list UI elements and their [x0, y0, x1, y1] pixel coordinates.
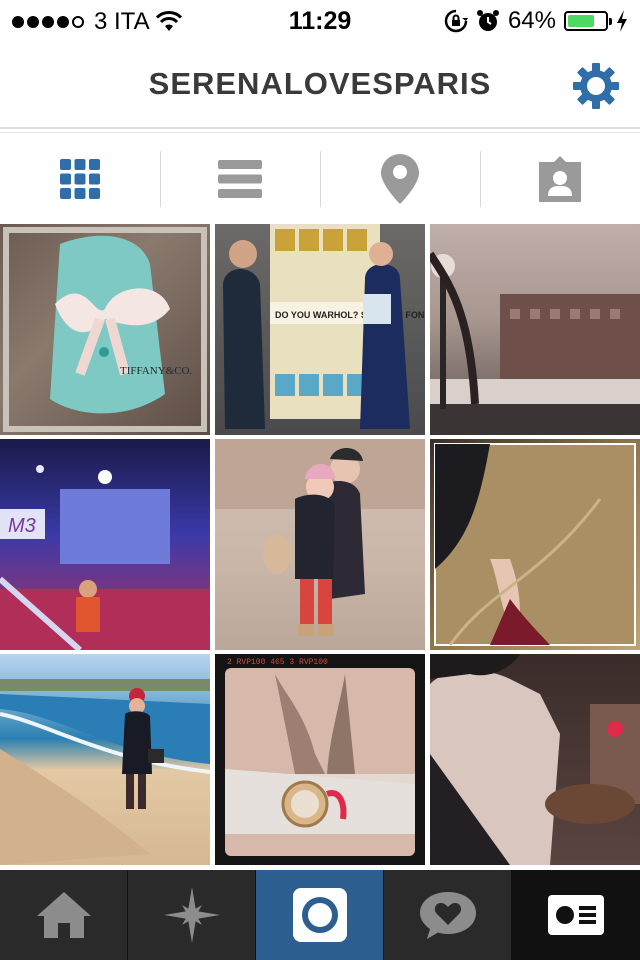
beach-girl-image	[0, 679, 210, 865]
watch-film-image: 2 RVP100 465 3 RVP100	[225, 658, 415, 856]
grid-photo[interactable]: M3	[0, 439, 210, 650]
girl-sweater-image	[430, 654, 640, 865]
gear-icon[interactable]	[572, 62, 620, 110]
tab-map[interactable]	[320, 136, 480, 222]
grid-photo[interactable]	[430, 439, 640, 650]
photo-caption-text: TIFFANY&CO.	[120, 365, 192, 377]
grid-photo[interactable]	[0, 654, 210, 865]
photo-grid: TIFFANY&CO. DO YOU WARHOL? SOSTIENI FOND…	[0, 222, 640, 868]
battery-icon	[564, 11, 612, 31]
status-right: 64%	[444, 7, 628, 35]
battery-percent: 64%	[507, 7, 556, 34]
home-icon	[36, 892, 91, 938]
grid-photo[interactable]	[215, 439, 425, 650]
rotation-lock-icon	[444, 9, 468, 33]
nav-profile[interactable]	[512, 870, 640, 960]
grid-photo[interactable]	[430, 224, 640, 435]
location-pin-icon	[381, 154, 419, 204]
mother-daughter-image	[215, 439, 425, 636]
nav-camera[interactable]	[256, 870, 384, 960]
tiffany-pouch-image: TIFFANY&CO.	[3, 227, 207, 432]
bottom-tab-bar	[0, 870, 640, 960]
header-divider-2	[0, 132, 640, 133]
warhol-poster-image: DO YOU WARHOL? SOSTIENI FONDAZIONE FIBRO…	[223, 224, 425, 429]
tab-tagged[interactable]	[480, 136, 640, 222]
concert-image: M3	[0, 465, 210, 650]
nav-home[interactable]	[0, 870, 128, 960]
alarm-icon	[476, 10, 499, 31]
grid-photo[interactable]: 2 RVP100 465 3 RVP100	[215, 654, 425, 865]
camera-icon	[292, 888, 347, 942]
tab-list[interactable]	[160, 136, 320, 222]
beach-feet-image	[434, 443, 636, 646]
grid-photo[interactable]: TIFFANY&CO.	[0, 224, 210, 435]
building-image	[430, 251, 640, 435]
profile-header: SERENALOVESPARIS	[0, 40, 640, 130]
photo-caption-text: M3	[8, 515, 36, 537]
grid-photo[interactable]	[430, 654, 640, 865]
profile-icon	[547, 895, 604, 935]
grid-icon	[60, 159, 100, 199]
list-icon	[218, 160, 262, 198]
grid-photo[interactable]: DO YOU WARHOL? SOSTIENI FONDAZIONE FIBRO…	[215, 224, 425, 435]
nav-explore[interactable]	[128, 870, 256, 960]
tagged-photos-icon	[539, 156, 581, 202]
header-divider	[0, 127, 640, 129]
photo-caption-text: 2 RVP100 465 3 RVP100	[227, 658, 328, 667]
tab-grid[interactable]	[0, 136, 160, 222]
profile-view-tabs	[0, 136, 640, 222]
nav-activity[interactable]	[384, 870, 512, 960]
explore-icon	[163, 887, 220, 943]
profile-username: SERENALOVESPARIS	[148, 66, 492, 101]
status-bar: 3 ITA 11:29 64%	[0, 0, 640, 40]
charging-icon	[617, 10, 627, 32]
activity-icon	[419, 892, 476, 939]
